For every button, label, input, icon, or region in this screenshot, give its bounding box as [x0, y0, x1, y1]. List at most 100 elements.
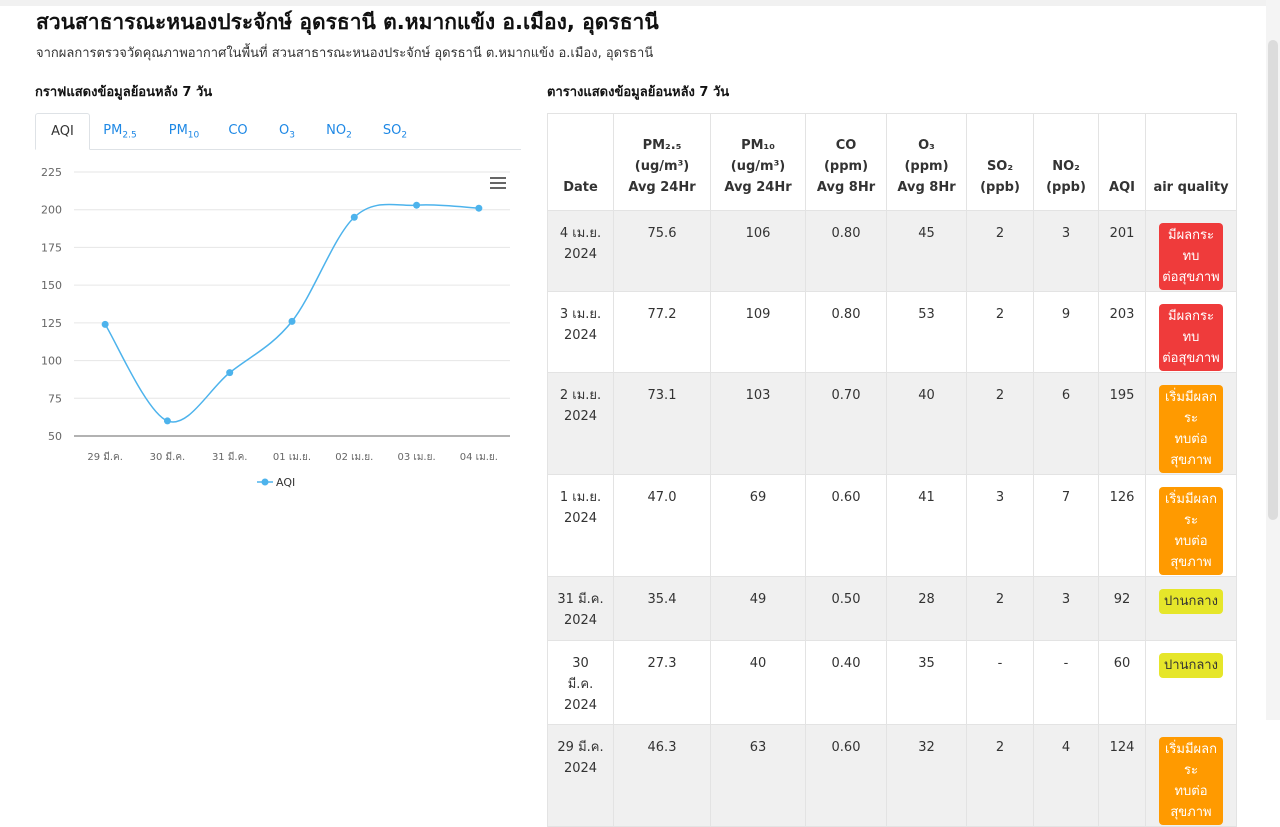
o3-cell: 53	[886, 291, 967, 373]
table-header-cell: NO₂ (ppb)	[1033, 113, 1099, 211]
chart-menu-icon[interactable]	[490, 177, 506, 191]
co-cell: 0.70	[805, 372, 887, 475]
table-header-cell: PM₁₀ (ug/m³) Avg 24Hr	[710, 113, 806, 211]
header-line: (ppb)	[980, 180, 1020, 195]
badge-line: สุขภาพ	[1170, 805, 1212, 820]
badge-line: ทบต่อ	[1174, 534, 1208, 549]
date-line: 31 มี.ค.	[557, 592, 604, 607]
tab-o3[interactable]: O3	[271, 113, 303, 148]
header-line: (ppm)	[904, 159, 949, 174]
badge-line: สุขภาพ	[1170, 453, 1212, 468]
scrollbar-thumb[interactable]	[1268, 40, 1278, 520]
no2-cell: 4	[1033, 724, 1099, 827]
tab-so2[interactable]: SO2	[375, 113, 415, 148]
aqi-data-point	[475, 204, 483, 212]
aqi-data-point	[101, 320, 109, 328]
y-tick-label: 75	[48, 392, 62, 405]
aqi-cell: 203	[1098, 291, 1146, 373]
so2-cell: 2	[966, 724, 1034, 827]
so2-cell: -	[966, 640, 1034, 725]
table-row: 2 เม.ย. 2024 73.1 103 0.70 40 2 6 195 เริ่มมีผลกร…	[547, 372, 1237, 475]
aqi-cell: 126	[1098, 474, 1146, 577]
tab-no2[interactable]: NO2	[318, 113, 360, 148]
aqi-cell: 60	[1098, 640, 1146, 725]
o3-cell: 28	[886, 576, 967, 641]
pm10-cell: 103	[710, 372, 806, 475]
header-line: Avg 24Hr	[628, 180, 696, 195]
pm25-cell: 35.4	[613, 576, 711, 641]
y-tick-label: 125	[41, 317, 62, 330]
o3-cell: 35	[886, 640, 967, 725]
page-scrollbar[interactable]	[1266, 0, 1280, 720]
co-cell: 0.80	[805, 291, 887, 373]
date-line: 2024	[563, 247, 598, 262]
table-header-cell: CO (ppm) Avg 8Hr	[805, 113, 887, 211]
aqi-cell: 201	[1098, 210, 1146, 292]
so2-cell: 2	[966, 210, 1034, 292]
no2-cell: 6	[1033, 372, 1099, 475]
no2-cell: -	[1033, 640, 1099, 725]
table-row: 30 มี.ค. 2024 27.3 40 0.40 35- -60 ปานกลาง	[547, 640, 1237, 725]
date-line: 2024	[563, 613, 598, 628]
tab-pm25[interactable]: PM2.5	[93, 113, 147, 148]
quality-cell: เริ่มมีผลกระ ทบต่อ สุขภาพ	[1145, 372, 1237, 475]
y-tick-label: 225	[41, 166, 62, 179]
page-subtitle: จากผลการตรวจวัดคุณภาพอากาศในพื้นที่ สวนส…	[36, 46, 654, 61]
aqi-data-point	[226, 369, 234, 377]
pm10-cell: 69	[710, 474, 806, 577]
aqi-cell: 195	[1098, 372, 1146, 475]
header-line: Date	[563, 180, 598, 195]
date-line: 2024	[563, 409, 598, 424]
air-quality-badge: ปานกลาง	[1159, 589, 1223, 614]
y-tick-label: 50	[48, 430, 62, 443]
y-tick-label: 200	[41, 204, 62, 217]
badge-line: สุขภาพ	[1170, 555, 1212, 570]
badge-line: เริ่มมีผลกระ	[1164, 742, 1218, 778]
badge-line: ต่อสุขภาพ	[1162, 351, 1220, 366]
table-row: 29 มี.ค. 2024 46.3 63 0.60 32 2 4 124 เริ่มมีผลกร…	[547, 724, 1237, 827]
y-tick-label: 100	[41, 355, 62, 368]
date-line: 2 เม.ย.	[559, 388, 602, 403]
aqi-series-line	[104, 203, 479, 423]
table-header-cell: Date	[547, 113, 614, 211]
pm25-cell: 47.0	[613, 474, 711, 577]
header-line: Avg 8Hr	[816, 180, 876, 195]
pm25-cell: 46.3	[613, 724, 711, 827]
tab-label: PM	[168, 123, 188, 138]
quality-cell: เริ่มมีผลกระ ทบต่อ สุขภาพ	[1145, 724, 1237, 827]
tab-pm10[interactable]: PM10	[157, 113, 211, 148]
date-line: มี.ค.	[567, 677, 594, 692]
y-tick-label: 175	[41, 241, 62, 254]
header-line: O₃	[918, 138, 935, 153]
no2-cell: 9	[1033, 291, 1099, 373]
tab-sub: 2	[346, 130, 352, 141]
date-cell: 29 มี.ค. 2024	[547, 724, 614, 827]
tab-aqi[interactable]: AQI	[35, 113, 90, 150]
tab-sub: 3	[289, 130, 295, 141]
so2-cell: 2	[966, 576, 1034, 641]
date-cell: 1 เม.ย. 2024	[547, 474, 614, 577]
air-quality-badge: เริ่มมีผลกระ ทบต่อ สุขภาพ	[1159, 385, 1223, 473]
pm10-cell: 109	[710, 291, 806, 373]
header-line: PM₂.₅	[642, 138, 682, 153]
o3-cell: 32	[886, 724, 967, 827]
tab-co[interactable]: CO	[220, 113, 256, 148]
header-line: (ppm)	[823, 159, 869, 174]
aqi-data-point	[288, 317, 296, 325]
aqi-cell: 124	[1098, 724, 1146, 827]
quality-cell: มีผลกระทบ ต่อสุขภาพ	[1145, 291, 1237, 373]
date-cell: 2 เม.ย. 2024	[547, 372, 614, 475]
tab-label: O	[279, 123, 290, 138]
air-quality-badge: มีผลกระทบ ต่อสุขภาพ	[1159, 223, 1223, 290]
quality-cell: ปานกลาง	[1145, 576, 1237, 641]
date-cell: 31 มี.ค. 2024	[547, 576, 614, 641]
table-header-cell: O₃ (ppm) Avg 8Hr	[886, 113, 967, 211]
table-row: 31 มี.ค. 2024 35.4 49 0.50 28 2 3 92 ปานกลาง	[547, 576, 1237, 641]
no2-cell: 3	[1033, 210, 1099, 292]
no2-cell: 3	[1033, 576, 1099, 641]
aqi-line-chart: 50 75 100 125 150 175 200 225 29 มี.ค. 30 มี.ค. 31…	[41, 166, 510, 489]
badge-line: ทบต่อ	[1174, 432, 1208, 447]
x-tick-label: 29 มี.ค.	[87, 451, 123, 463]
header-line: PM₁₀	[741, 138, 775, 153]
aqi-data-point	[413, 201, 421, 209]
